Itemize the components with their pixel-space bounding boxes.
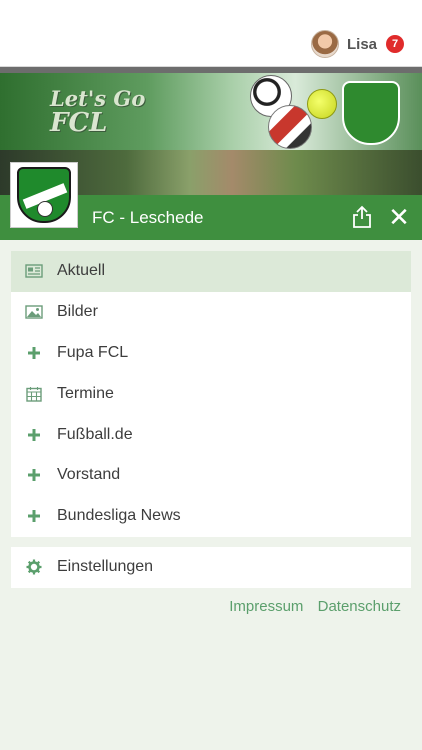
plus-icon [28,428,40,441]
menu-label: Bundesliga News [57,507,181,525]
plus-icon [28,469,40,482]
datenschutz-link[interactable]: Datenschutz [318,598,401,615]
plus-icon [28,510,40,523]
calendar-icon [26,386,42,402]
notification-badge[interactable]: 7 [386,35,404,53]
close-button[interactable]: ✕ [386,203,412,231]
tennis-ball-image [307,89,337,119]
menu-item-bundesliga-news[interactable]: Bundesliga News [11,496,411,537]
gear-icon [26,559,42,575]
user-profile[interactable]: Lisa 7 [310,30,404,58]
menu-item-bilder[interactable]: Bilder [11,292,411,333]
menu-item-aktuell[interactable]: Aktuell [11,251,411,292]
menu-item-fussball-de[interactable]: Fußball.de [11,414,411,455]
logo-ball [37,201,53,217]
menu-label: Fupa FCL [57,343,129,361]
main-menu: Aktuell Bilder Fupa FCL Termine Fußball.… [11,251,411,537]
menu-item-einstellungen[interactable]: Einstellungen [11,547,411,588]
menu-label: Aktuell [57,262,106,280]
username[interactable]: Lisa [347,36,377,53]
top-bar: Lisa 7 [0,0,422,67]
shield-icon [17,167,71,223]
banner-crest [342,81,400,145]
share-button[interactable] [350,205,374,229]
menu-label: Einstellungen [57,558,154,576]
menu-item-termine[interactable]: Termine [11,373,411,414]
club-banner: Let's Go FCL [0,67,422,150]
menu-label: Fußball.de [57,425,133,443]
plus-icon [28,346,40,359]
menu-label: Bilder [57,303,98,321]
club-name: FC - Leschede [92,208,204,227]
footer-links: Impressum Datenschutz [219,598,401,615]
menu-label: Termine [57,384,114,402]
menu-label: Vorstand [57,466,121,484]
volleyball-image [268,105,312,149]
impressum-link[interactable]: Impressum [229,598,303,615]
slogan-line-2: FCL [50,108,108,138]
menu-item-fupa-fcl[interactable]: Fupa FCL [11,333,411,374]
banner-slogan: Let's Go FCL [50,87,145,138]
avatar[interactable] [310,30,339,58]
menu-item-vorstand[interactable]: Vorstand [11,455,411,496]
close-icon: ✕ [388,202,410,232]
club-logo [10,162,78,228]
settings-menu: Einstellungen [11,547,411,588]
newspaper-icon [25,264,43,279]
banner-stripe [0,67,422,73]
share-icon [353,205,371,228]
image-icon [25,305,43,319]
